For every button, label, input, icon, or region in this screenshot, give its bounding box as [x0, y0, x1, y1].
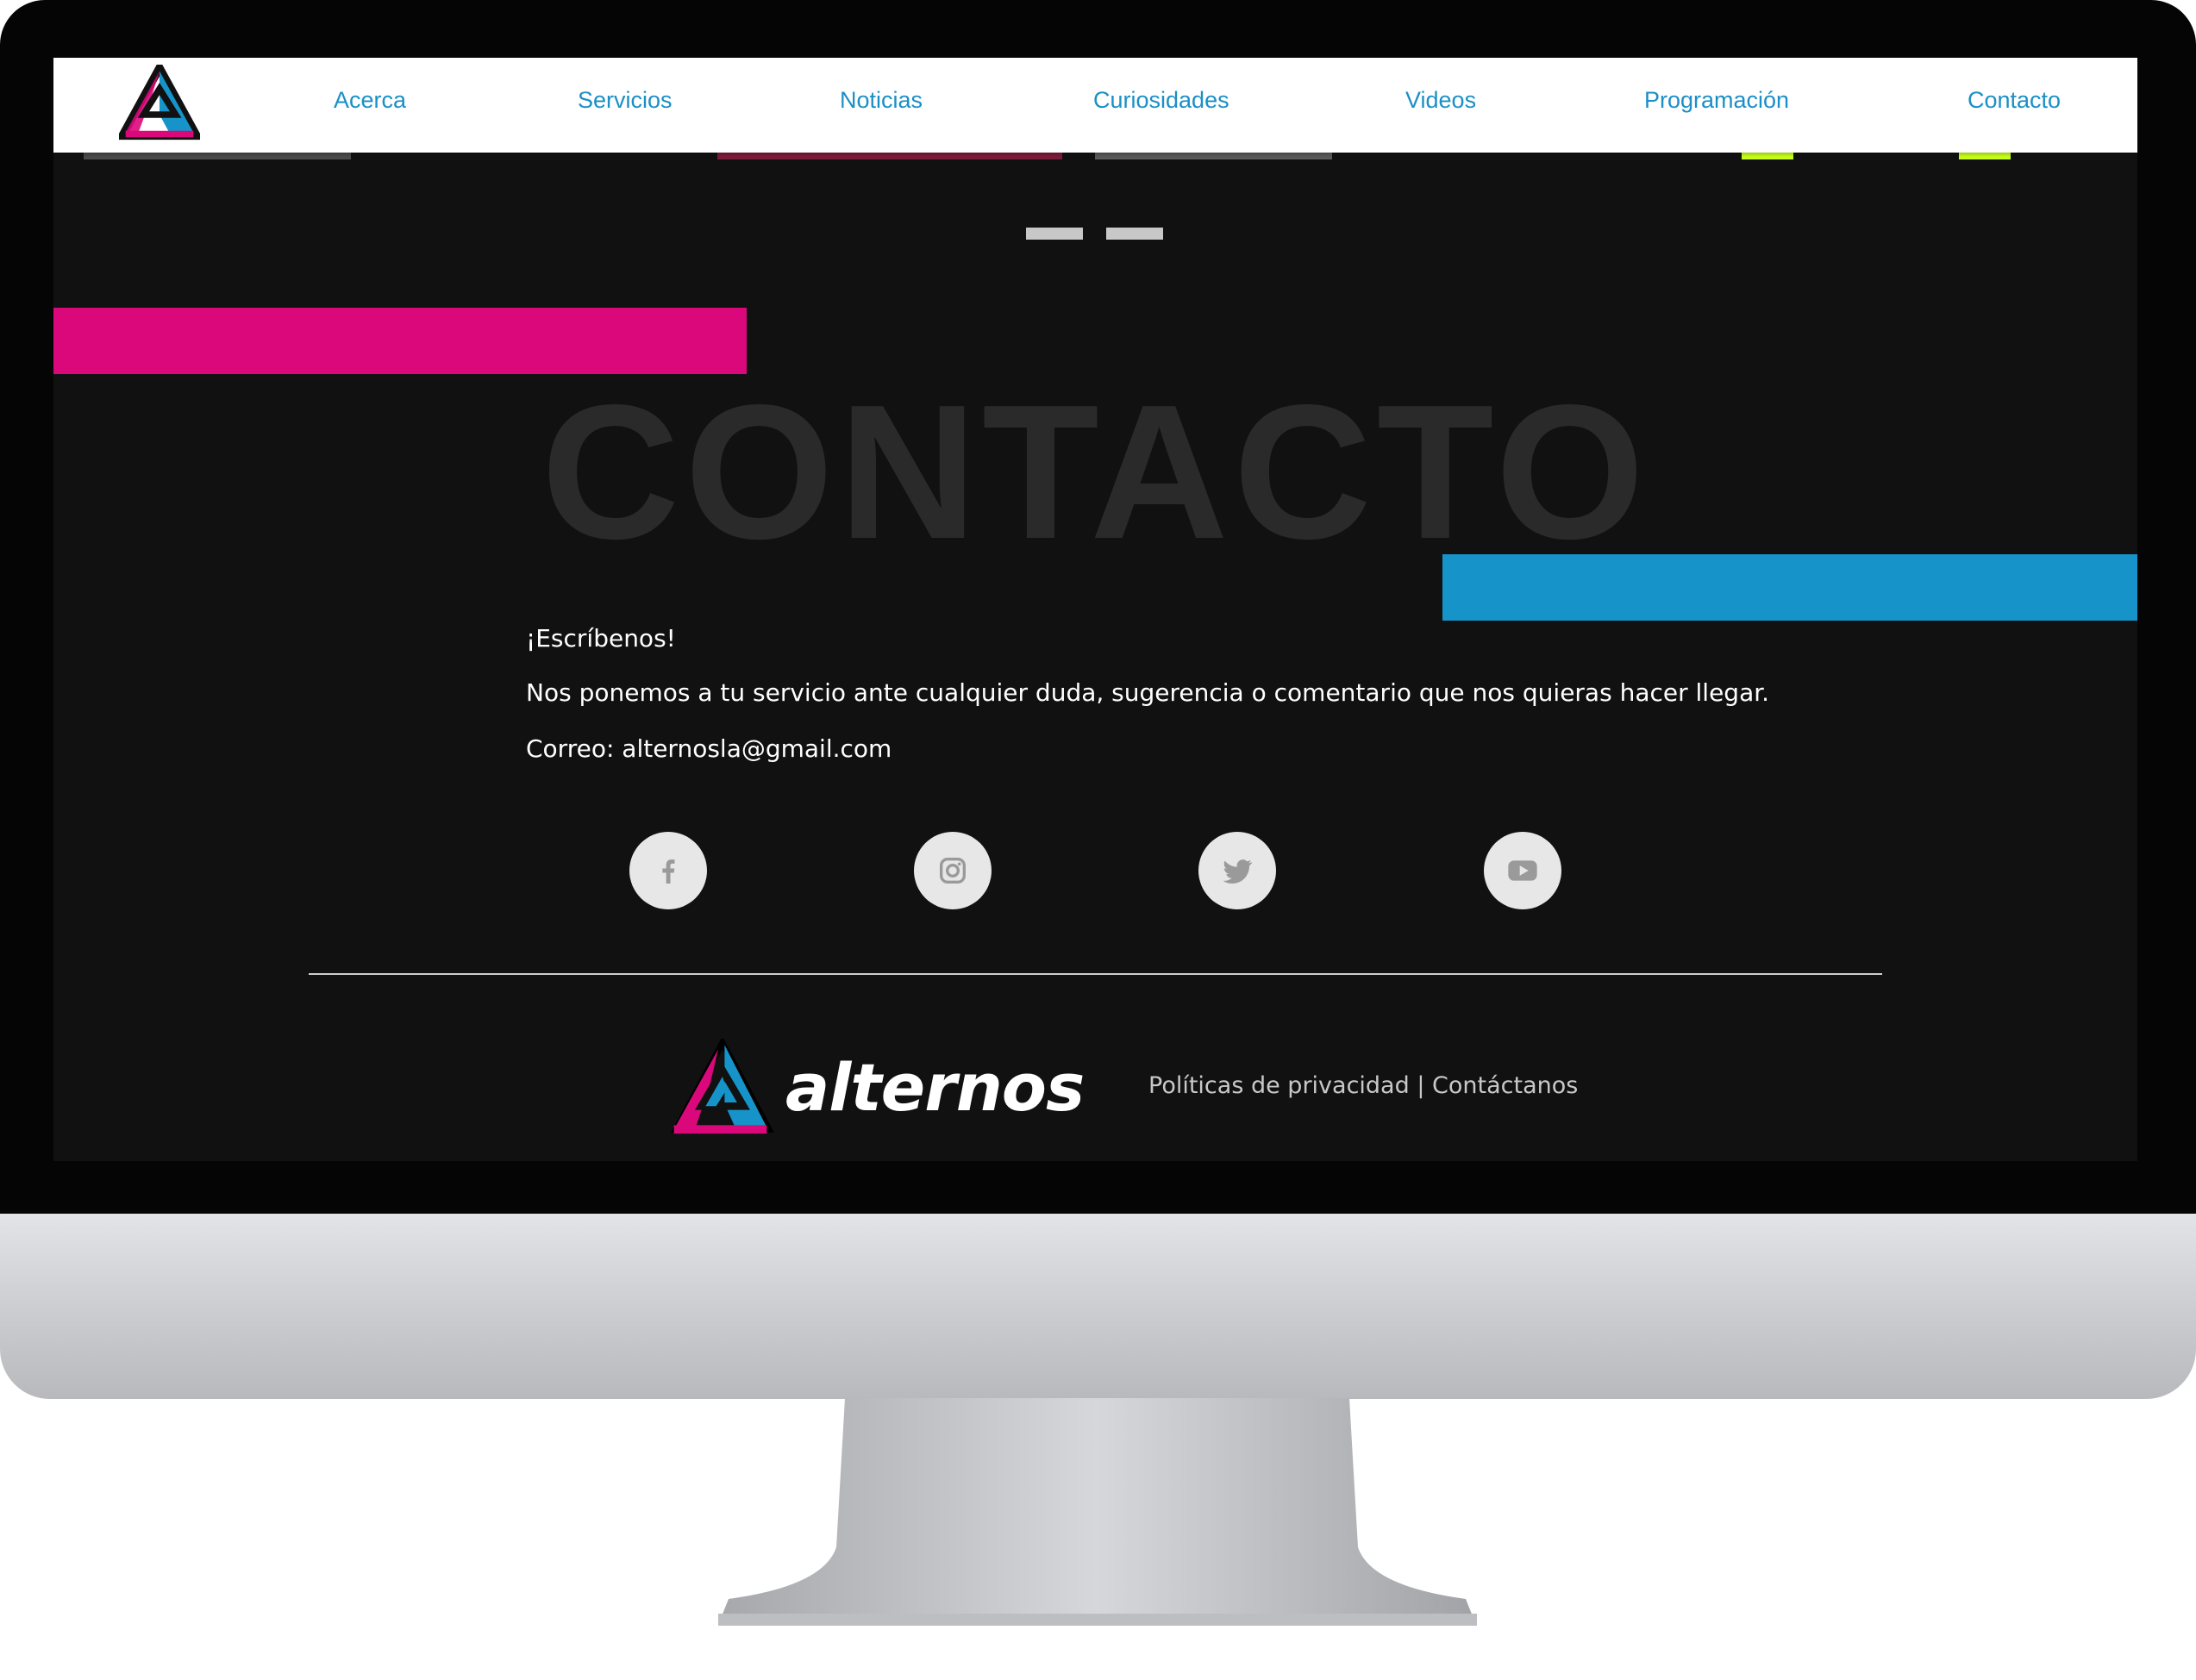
website-screen: Acerca Servicios Noticias Curiosidades V…	[53, 58, 2137, 1161]
youtube-icon	[1508, 860, 1537, 881]
nav-acerca[interactable]: Acerca	[334, 87, 406, 114]
nav-noticias[interactable]: Noticias	[840, 87, 923, 114]
facebook-icon	[662, 859, 675, 884]
top-navbar: Acerca Servicios Noticias Curiosidades V…	[53, 58, 2137, 153]
hero-image-strip	[717, 153, 1062, 159]
nav-videos[interactable]: Videos	[1405, 87, 1476, 114]
hero-image-strip	[1095, 153, 1332, 159]
blue-accent-bar	[1442, 554, 2137, 621]
youtube-button[interactable]	[1484, 832, 1561, 909]
nav-curiosidades[interactable]: Curiosidades	[1093, 87, 1229, 114]
nav-programacion[interactable]: Programación	[1644, 87, 1789, 114]
hero-image-strip	[84, 153, 351, 159]
monitor-chin	[0, 1214, 2196, 1399]
contact-description: Nos ponemos a tu servicio ante cualquier…	[526, 678, 1770, 707]
privacy-policy-link[interactable]: Políticas de privacidad	[1148, 1072, 1410, 1099]
slider-dot[interactable]	[1026, 228, 1083, 240]
twitter-icon	[1223, 859, 1253, 884]
hero-image-strip	[1742, 153, 1793, 159]
footer-links: Políticas de privacidad | Contáctanos	[1148, 1072, 1578, 1099]
facebook-button[interactable]	[629, 832, 707, 909]
twitter-button[interactable]	[1198, 832, 1276, 909]
footer-divider	[309, 973, 1882, 975]
hero-image-strip	[1959, 153, 2011, 159]
pink-accent-bar	[53, 308, 747, 374]
alternos-logo-icon[interactable]	[666, 1039, 774, 1138]
instagram-icon	[940, 858, 966, 884]
nav-contacto[interactable]: Contacto	[1968, 87, 2061, 114]
contact-email[interactable]: Correo: alternosla@gmail.com	[526, 734, 892, 763]
alternos-logo-icon[interactable]	[119, 65, 200, 141]
page-title: CONTACTO	[541, 365, 1650, 579]
nav-servicios[interactable]: Servicios	[578, 87, 673, 114]
footer-brand-name[interactable]: alternos	[785, 1049, 1085, 1126]
contact-heading: ¡Escríbenos!	[526, 624, 676, 653]
slider-dot[interactable]	[1106, 228, 1163, 240]
footer-contact-link[interactable]: Contáctanos	[1432, 1072, 1578, 1099]
footer-separator: |	[1417, 1072, 1425, 1099]
instagram-button[interactable]	[914, 832, 992, 909]
